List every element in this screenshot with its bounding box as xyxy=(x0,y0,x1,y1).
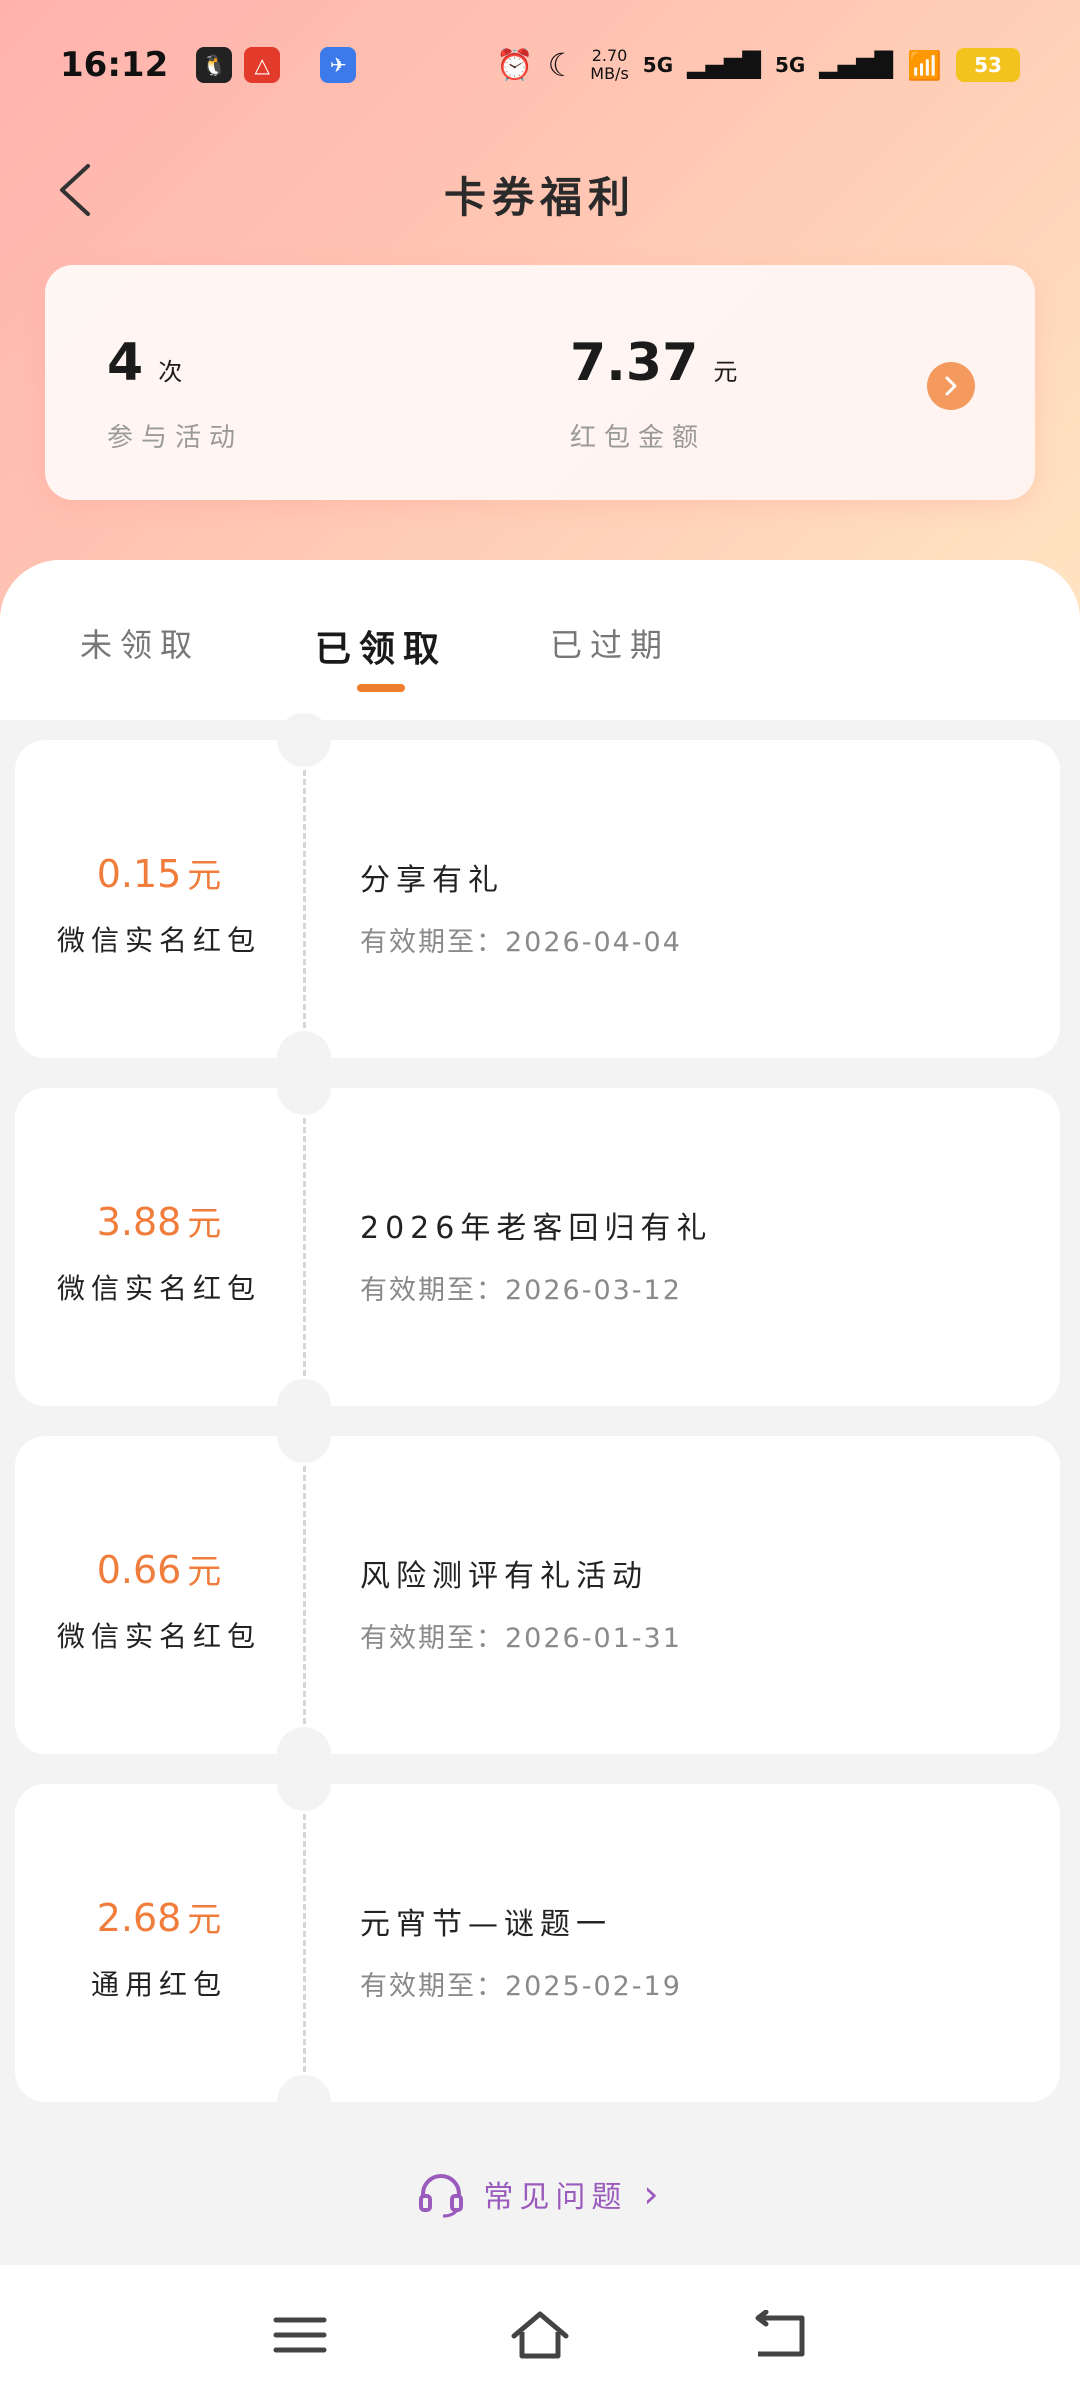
home-icon[interactable] xyxy=(510,2310,570,2360)
coupon-expiry: 有效期至：2026-03-12 xyxy=(360,1275,682,1306)
coupon-title: 2026年老客回归有礼 xyxy=(360,1211,713,1246)
back-nav-icon[interactable] xyxy=(750,2310,810,2360)
participation-unit: 次 xyxy=(158,358,183,386)
coupon-type: 微信实名红包 xyxy=(56,1620,261,1653)
coupon-expiry: 有效期至：2025-02-19 xyxy=(360,1971,682,2002)
participation-label: 参与活动 xyxy=(107,423,244,453)
bird-app-icon: ✈ xyxy=(320,47,357,83)
coupon-card[interactable]: 2.68 元 通用红包 元宵节—谜题一 有效期至：2025-02-19 xyxy=(15,1757,1060,2129)
coupon-unit: 元 xyxy=(187,1900,222,1940)
coupon-type: 微信实名红包 xyxy=(56,924,261,957)
qq-icon: 🐧 xyxy=(196,47,233,83)
tab-unclaimed[interactable]: 未领取 xyxy=(80,620,200,666)
coupon-title: 元宵节—谜题一 xyxy=(360,1907,612,1942)
headset-icon xyxy=(419,2174,464,2218)
faq-label: 常见问题 xyxy=(483,2180,628,2215)
coupon-card[interactable]: 3.88 元 微信实名红包 2026年老客回归有礼 有效期至：2026-03-12 xyxy=(15,1061,1060,1433)
coupon-amount: 3.88 xyxy=(96,1200,182,1244)
coupon-unit: 元 xyxy=(187,1552,222,1592)
coupon-expiry: 有效期至：2026-01-31 xyxy=(360,1623,682,1654)
redpacket-stat: 7.37 元 红包金额 xyxy=(570,333,737,454)
moon-icon: ☾ xyxy=(547,46,577,84)
alarm-icon: ⏰ xyxy=(496,47,534,83)
wifi-icon: 📶 xyxy=(907,48,942,82)
redpacket-unit: 元 xyxy=(713,358,738,386)
tab-claimed[interactable]: 已领取 xyxy=(315,620,447,672)
coupon-unit: 元 xyxy=(187,1204,222,1244)
coupon-card[interactable]: 0.15 元 微信实名红包 分享有礼 有效期至：2026-04-04 xyxy=(15,713,1060,1085)
battery-icon: 53 xyxy=(956,48,1020,82)
status-bar: 16:12 🐧 △ ✈ ⏰ ☾ 2.70 MB/s 5G ▂▄▆█ 5G ▂▄▆█… xyxy=(0,0,1080,130)
net-speed: 2.70 MB/s xyxy=(590,46,629,83)
summary-card[interactable]: 4 次 参与活动 7.37 元 红包金额 xyxy=(45,265,1035,500)
chevron-right-icon xyxy=(945,376,957,396)
tab-indicator xyxy=(357,684,405,692)
signal-bars-icon-2: ▂▄▆█ xyxy=(819,51,894,79)
page-title: 卡券福利 xyxy=(443,173,636,222)
participation-stat: 4 次 参与活动 xyxy=(107,333,243,454)
coupon-card[interactable]: 0.66 元 微信实名红包 风险测评有礼活动 有效期至：2026-01-31 xyxy=(15,1409,1060,1781)
signal-5g-1: 5G xyxy=(642,53,674,77)
tab-header: 未领取 已领取 已过期 xyxy=(0,560,1080,720)
coupon-title: 分享有礼 xyxy=(360,863,504,898)
participation-count: 4 xyxy=(107,333,144,393)
menu-icon[interactable] xyxy=(270,2310,330,2360)
chevron-right-icon: › xyxy=(643,2172,665,2216)
coupon-amount: 0.15 xyxy=(96,852,182,896)
summary-detail-button[interactable] xyxy=(927,362,975,410)
system-nav-bar xyxy=(0,2265,1080,2392)
coupon-expiry: 有效期至：2026-04-04 xyxy=(360,927,682,958)
tab-expired[interactable]: 已过期 xyxy=(550,620,670,666)
tabs: 未领取 已领取 已过期 xyxy=(0,620,1080,710)
redpacket-amount: 7.37 xyxy=(570,333,699,393)
coupon-amount: 2.68 xyxy=(96,1896,182,1940)
signal-5g-2: 5G xyxy=(774,53,806,77)
coupon-type: 微信实名红包 xyxy=(56,1272,261,1305)
shopping-app-icon: △ xyxy=(244,47,281,83)
coupon-unit: 元 xyxy=(187,856,222,896)
signal-bars-icon: ▂▄▆█ xyxy=(687,51,761,79)
redpacket-label: 红包金额 xyxy=(570,423,707,453)
status-time: 16:12 xyxy=(60,45,169,85)
header: 卡券福利 xyxy=(0,140,1080,240)
faq-link[interactable]: 常见问题 › xyxy=(0,2168,1080,2220)
coupon-amount: 0.66 xyxy=(96,1548,182,1592)
coupon-title: 风险测评有礼活动 xyxy=(360,1559,648,1594)
coupon-type: 通用红包 xyxy=(90,1968,227,2001)
